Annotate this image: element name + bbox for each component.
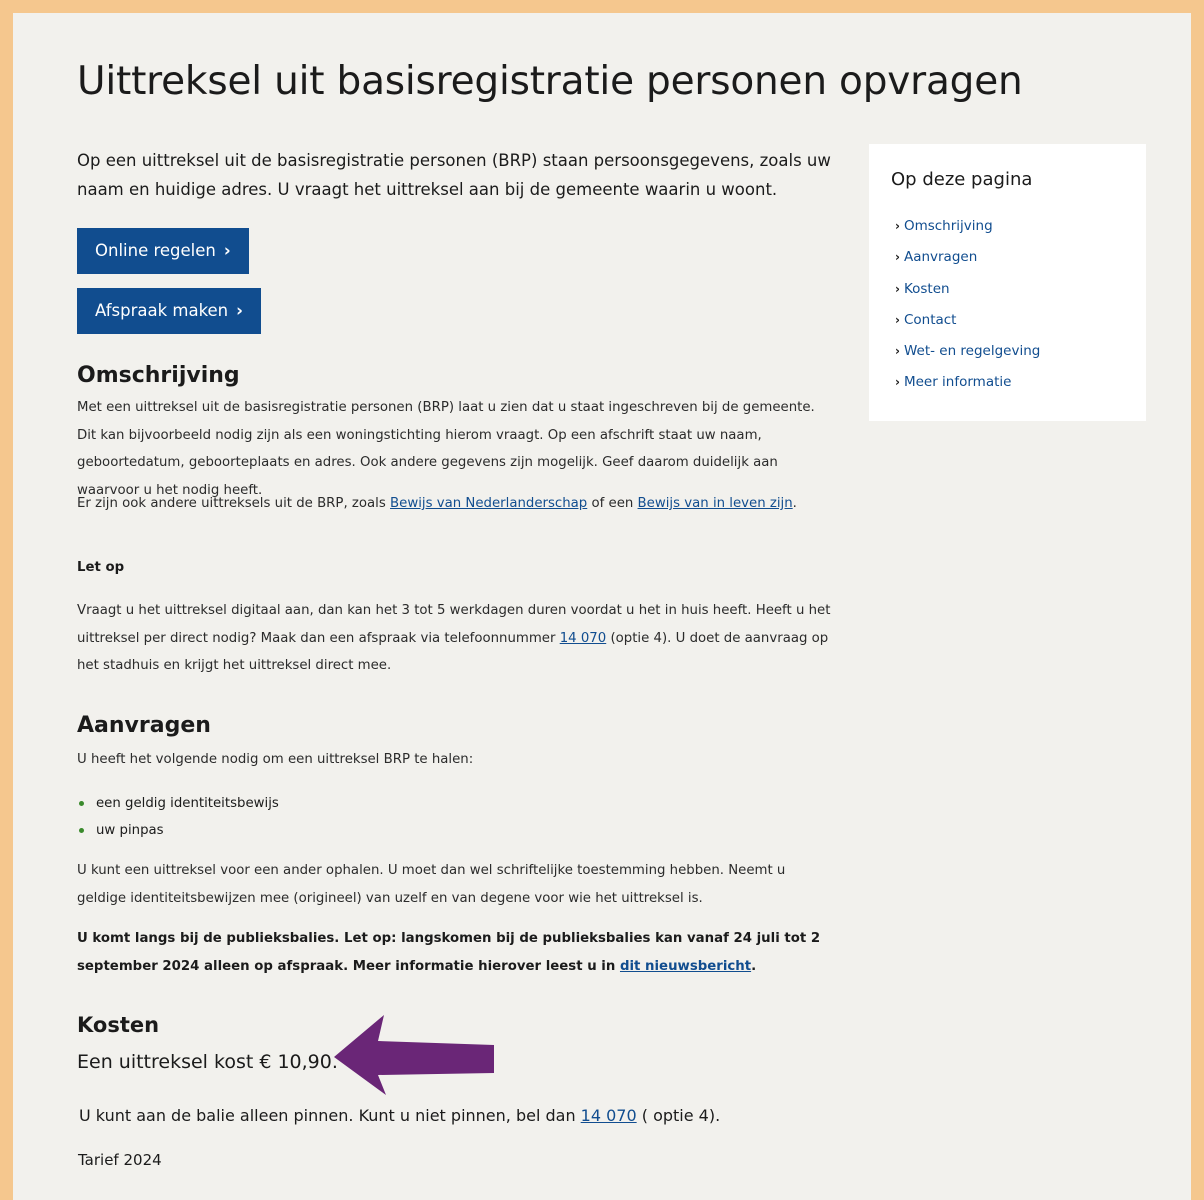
payment-before: U kunt aan de balie alleen pinnen. Kunt … <box>79 1106 581 1125</box>
page-title: Uittreksel uit basisregistratie personen… <box>77 59 1023 104</box>
chevron-right-icon: › <box>895 312 900 327</box>
payment-text: U kunt aan de balie alleen pinnen. Kunt … <box>79 1106 720 1125</box>
toc-item-meer-informatie[interactable]: › Meer informatie <box>895 367 1040 398</box>
chevron-right-icon: › <box>895 219 900 233</box>
on-this-page-panel: Op deze pagina › Omschrijving › Aanvragen … <box>869 144 1146 421</box>
on-this-page-title: Op deze pagina <box>891 169 1033 190</box>
list-item-label: uw pinpas <box>96 823 164 838</box>
toc-item-label: Aanvragen <box>903 249 978 266</box>
on-this-page-list: › Omschrijving › Aanvragen › Kosten › Contac… <box>895 211 1040 399</box>
online-regelen-button[interactable]: Online regelen › <box>77 228 249 274</box>
tarief-label: Tarief 2024 <box>78 1151 162 1169</box>
toc-item-label: Meer informatie <box>903 374 1012 391</box>
intro-text: Op een uittreksel uit de basisregistrati… <box>77 151 831 199</box>
payment-after: ( optie 4). <box>636 1106 721 1125</box>
other-extracts-text: Er zijn ook andere uittreksels uit de BR… <box>77 490 837 518</box>
omschrijving-text: Met een uittreksel uit de basisregistrat… <box>77 400 815 498</box>
bullet-icon <box>79 801 84 806</box>
afspraak-maken-label: Afspraak maken <box>95 301 229 320</box>
afspraak-maken-button[interactable]: Afspraak maken › <box>77 288 261 334</box>
toc-item-label: Kosten <box>903 280 950 297</box>
toc-item-label: Wet- en regelgeving <box>903 343 1041 360</box>
pointing-arrow-icon <box>334 1015 494 1095</box>
list-item-label: een geldig identiteitsbewijs <box>96 796 279 811</box>
notice-end: . <box>751 958 757 974</box>
toc-item-regelgeving[interactable]: › Wet- en regelgeving <box>895 336 1040 367</box>
ophalen-voor-ander-text: U kunt een uittreksel voor een ander oph… <box>77 863 786 906</box>
toc-item-aanvragen[interactable]: › Aanvragen <box>895 242 1040 273</box>
bewijs-nederlanderschap-link[interactable]: Bewijs van Nederlanderschap <box>390 496 587 511</box>
list-item: een geldig identiteitsbewijs <box>77 790 279 817</box>
chevron-right-icon: › <box>895 344 900 359</box>
bewijs-in-leven-link[interactable]: Bewijs van in leven zijn <box>638 496 793 511</box>
omschrijving-heading: Omschrijving <box>77 363 240 388</box>
toc-item-kosten[interactable]: › Kosten <box>895 274 1040 305</box>
kosten-heading: Kosten <box>77 1013 160 1037</box>
requirements-list: een geldig identiteitsbewijs uw pinpas <box>77 790 279 844</box>
page-container: Uittreksel uit basisregistratie personen… <box>13 13 1191 1200</box>
list-item: uw pinpas <box>77 817 279 844</box>
price-text: Een uittreksel kost € 10,90. <box>77 1051 338 1073</box>
publieksbalies-notice: U komt langs bij de publieksbalies. Let … <box>77 925 837 980</box>
toc-item-contact[interactable]: › Contact <box>895 305 1040 336</box>
aanvragen-heading: Aanvragen <box>77 713 211 738</box>
chevron-right-icon: › <box>895 375 900 390</box>
toc-item-label: Contact <box>903 311 957 328</box>
chevron-right-icon: › <box>895 281 900 296</box>
online-regelen-label: Online regelen <box>95 241 216 260</box>
let-op-text: Vraagt u het uittreksel digitaal aan, da… <box>77 597 837 680</box>
phone-link[interactable]: 14 070 <box>581 1106 637 1125</box>
aanvragen-intro: U heeft het volgende nodig om een uittre… <box>77 752 474 767</box>
toc-item-label: Omschrijving <box>903 218 993 234</box>
phone-link[interactable]: 14 070 <box>560 631 607 646</box>
chevron-right-icon: › <box>895 250 900 265</box>
chevron-right-icon: › <box>223 241 231 260</box>
nieuwsbericht-link[interactable]: dit nieuwsbericht <box>620 959 751 974</box>
chevron-right-icon: › <box>236 301 243 320</box>
other-extracts-before: Er zijn ook andere uittreksels uit de BR… <box>77 496 391 511</box>
other-extracts-mid: of een <box>587 496 638 511</box>
other-extracts-end: . <box>792 496 797 511</box>
let-op-label: Let op <box>77 560 125 575</box>
toc-item-omschrijving[interactable]: › Omschrijving <box>895 211 1040 242</box>
bullet-icon <box>79 828 84 833</box>
